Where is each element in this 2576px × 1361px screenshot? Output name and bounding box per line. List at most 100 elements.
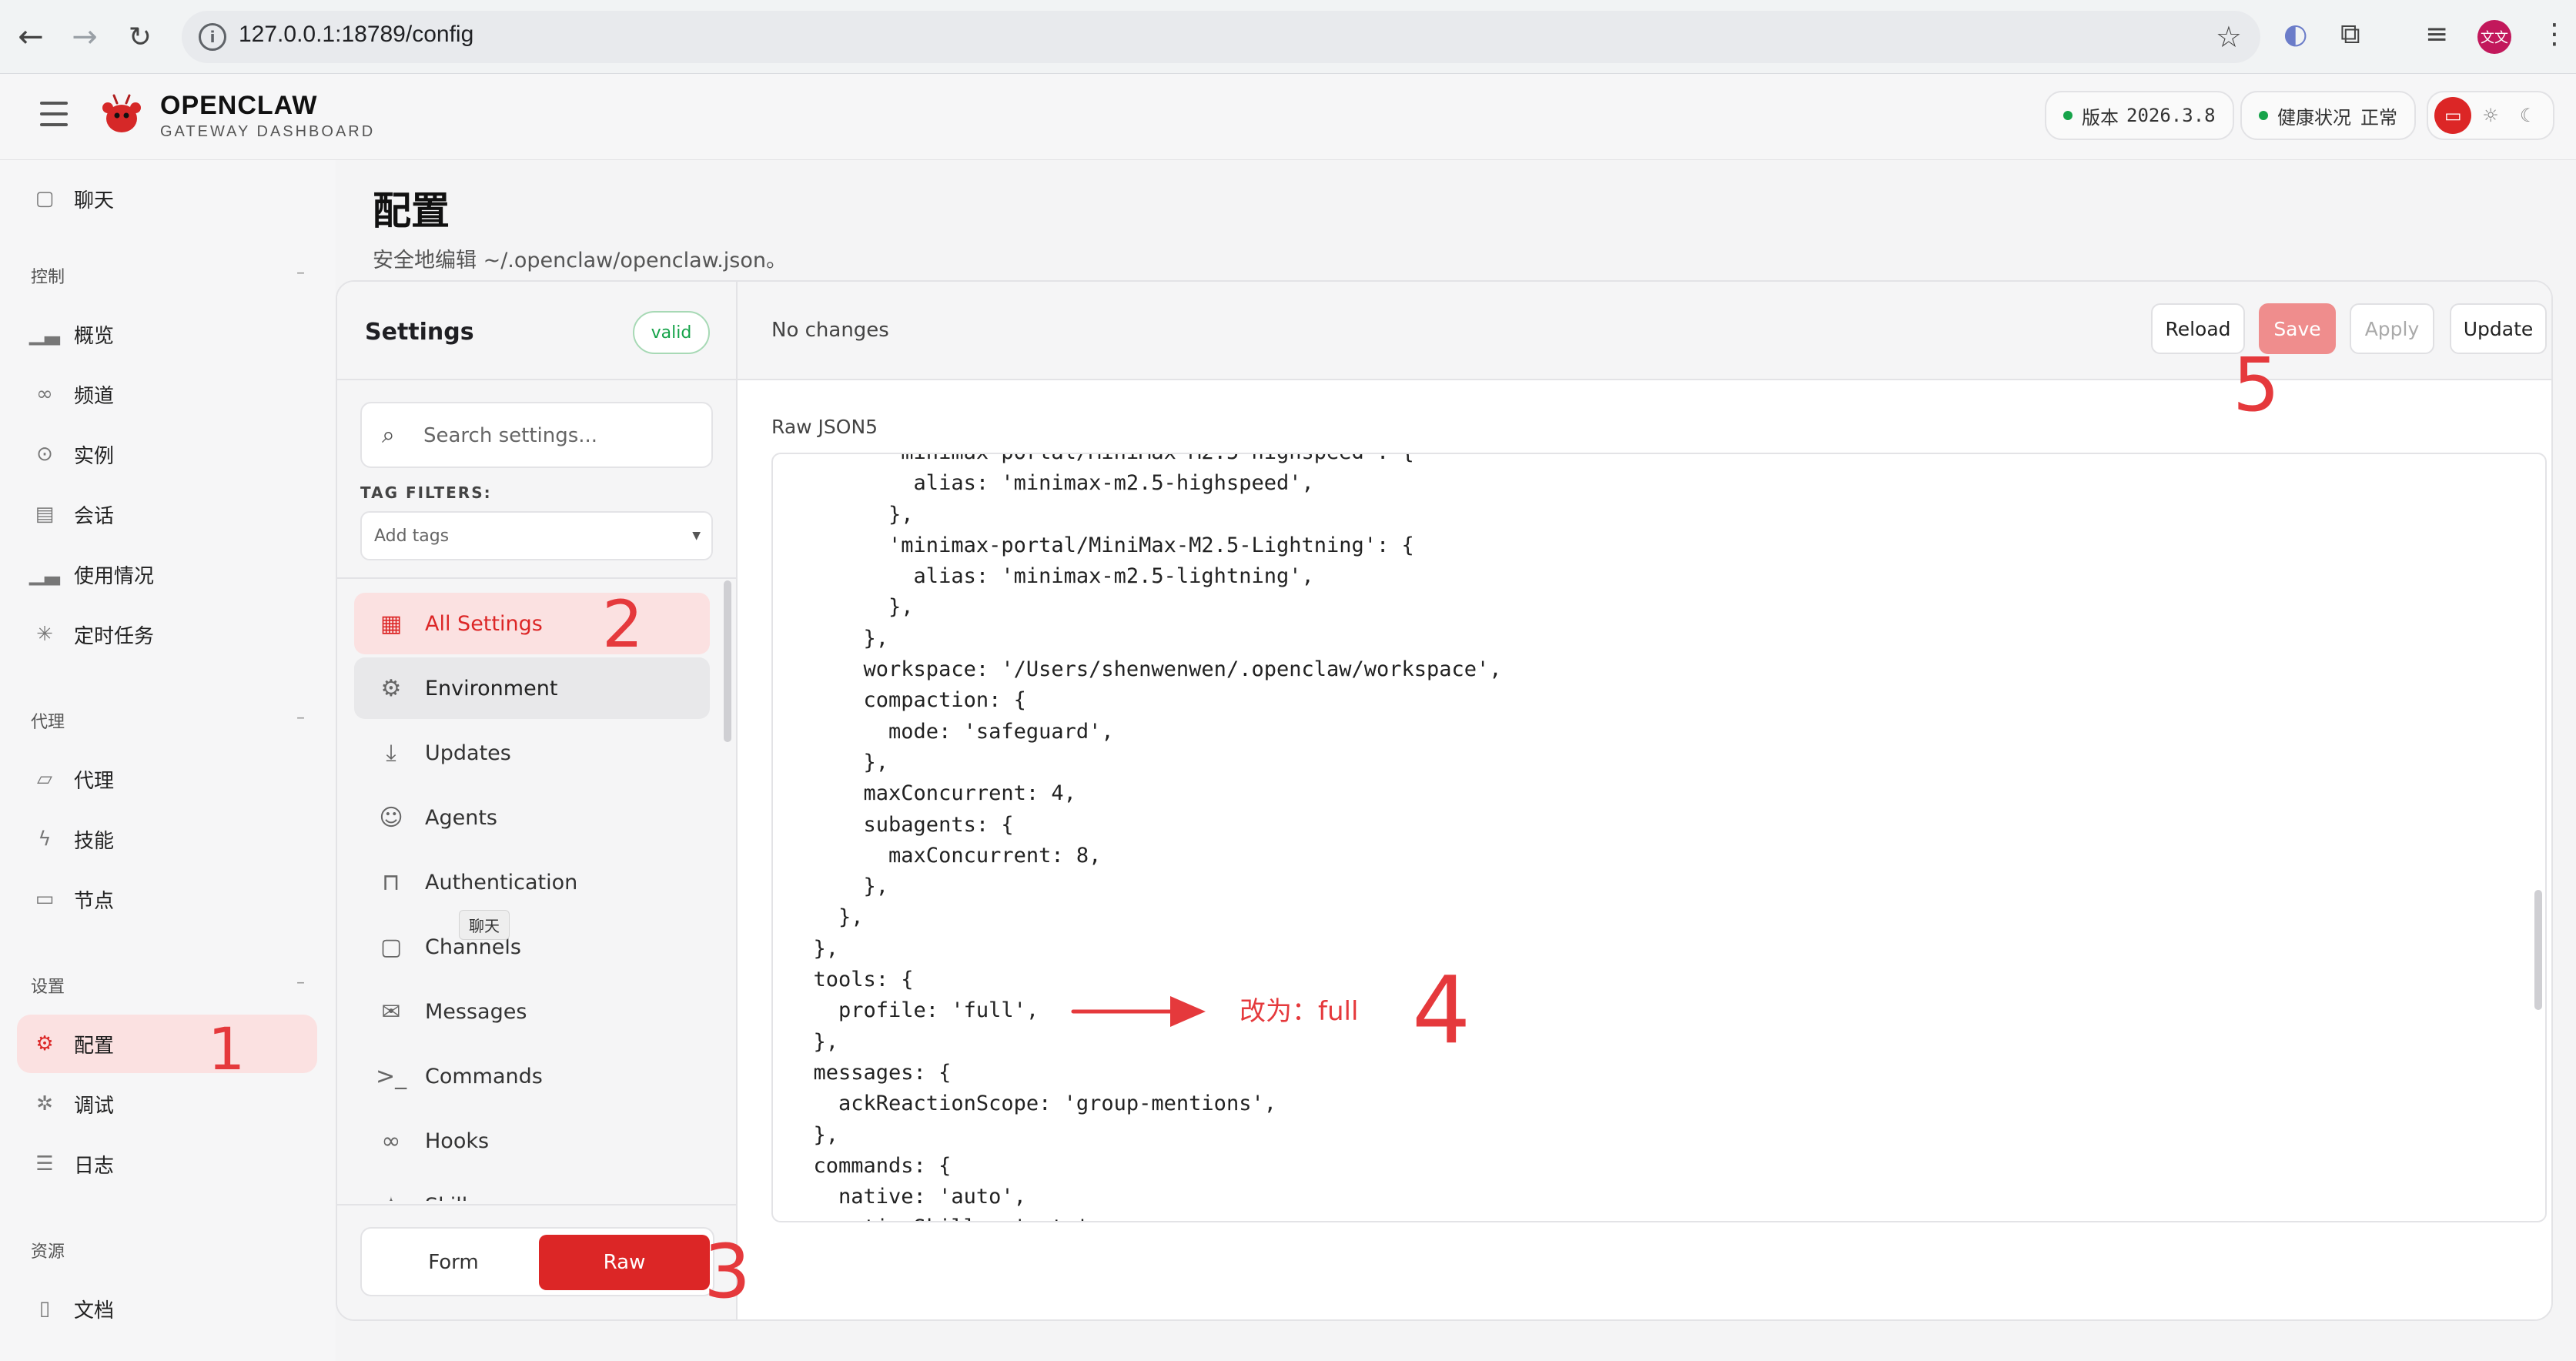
- code-text[interactable]: 'minimax-portal/MiniMax-M2.5-highspeed':…: [788, 454, 1502, 1221]
- category-environment[interactable]: ⚙ Environment: [354, 657, 710, 719]
- media-control-icon[interactable]: ≡: [2425, 18, 2448, 50]
- url-text[interactable]: 127.0.0.1:18789/config: [239, 22, 473, 48]
- address-bar[interactable]: i 127.0.0.1:18789/config ☆: [182, 11, 2260, 63]
- version-value: 2026.3.8: [2126, 105, 2216, 126]
- sidebar-item-docs[interactable]: ▯ 文档: [17, 1279, 317, 1338]
- tag-filter-input[interactable]: Add tags ▼: [360, 511, 713, 560]
- bug-icon: ✲: [36, 1092, 53, 1115]
- sidebar-item-debug[interactable]: ✲ 调试: [17, 1075, 317, 1133]
- sidebar-item-label: 文档: [74, 1299, 115, 1323]
- category-messages[interactable]: ✉ Messages: [354, 981, 710, 1042]
- search-input[interactable]: [423, 420, 693, 451]
- category-agents[interactable]: ☺ Agents: [354, 787, 710, 848]
- divider: [337, 577, 736, 579]
- form-mode-button[interactable]: Form: [368, 1235, 539, 1290]
- sidebar-section-control[interactable]: 控制 –: [31, 263, 305, 288]
- sidebar-item-config[interactable]: ⚙ 配置: [17, 1015, 317, 1073]
- bot-icon: ☺: [379, 804, 403, 831]
- version-pill: 版本 2026.3.8: [2045, 91, 2234, 140]
- category-label: Authentication: [425, 870, 578, 895]
- scroll-text-icon: ☰: [35, 1152, 54, 1175]
- moon-icon[interactable]: ☾: [2510, 97, 2547, 134]
- reload-icon[interactable]: ↻: [117, 14, 163, 60]
- sidebar-item-label: 实例: [74, 444, 115, 468]
- extensions-puzzle-icon[interactable]: ⧉: [2340, 18, 2360, 51]
- category-scrollbar[interactable]: [724, 580, 731, 742]
- change-status: No changes: [771, 319, 889, 342]
- raw-json-editor[interactable]: 'minimax-portal/MiniMax-M2.5-highspeed':…: [771, 453, 2547, 1222]
- raw-json5-label: Raw JSON5: [771, 416, 878, 438]
- category-channels[interactable]: ▢ Channels: [354, 916, 710, 978]
- reload-button[interactable]: Reload: [2151, 303, 2245, 354]
- collapse-icon[interactable]: –: [296, 973, 305, 998]
- forward-icon[interactable]: →: [62, 14, 108, 60]
- category-commands[interactable]: >_ Commands: [354, 1045, 710, 1107]
- browser-menu-icon[interactable]: ⋮: [2541, 18, 2568, 50]
- health-pill: 健康状况 正常: [2240, 91, 2416, 140]
- editor-area: No changes Reload Save Apply Update Raw …: [738, 282, 2551, 1319]
- sidebar-item-usage[interactable]: ▁▃ 使用情况: [17, 545, 317, 604]
- sun-icon[interactable]: ☼: [2472, 97, 2509, 134]
- sidebar-item-label: 技能: [74, 829, 115, 853]
- collapse-icon[interactable]: –: [296, 708, 305, 733]
- category-hooks[interactable]: ∞ Hooks: [354, 1110, 710, 1172]
- sidebar-section-settings[interactable]: 设置 –: [31, 973, 305, 998]
- sidebar-item-nodes[interactable]: ▭ 节点: [17, 870, 317, 928]
- extension-icon[interactable]: ◐: [2283, 18, 2307, 50]
- category-label: Skills: [425, 1194, 478, 1202]
- brand-title: OPENCLAW: [160, 91, 318, 120]
- apply-button[interactable]: Apply: [2350, 303, 2434, 354]
- sidebar-item-skills[interactable]: ϟ 技能: [17, 810, 317, 868]
- version-label: 版本: [2082, 106, 2119, 129]
- back-icon[interactable]: ←: [8, 14, 54, 60]
- category-label: All Settings: [425, 611, 543, 636]
- category-skills[interactable]: ✦ Skills: [354, 1175, 710, 1202]
- collapse-icon[interactable]: –: [296, 263, 305, 288]
- lightning-icon: ϟ: [38, 828, 52, 851]
- mail-icon: ✉: [381, 998, 401, 1025]
- site-info-icon[interactable]: i: [199, 23, 226, 51]
- raw-mode-button[interactable]: Raw: [539, 1235, 710, 1290]
- category-updates[interactable]: ⤓ Updates: [354, 722, 710, 784]
- sidebar-item-instances[interactable]: ⊙ 实例: [17, 425, 317, 483]
- book-icon: ▯: [38, 1297, 51, 1320]
- menu-toggle-icon[interactable]: [40, 102, 68, 126]
- sidebar-section-agent[interactable]: 代理 –: [31, 708, 305, 733]
- sidebar-item-agents[interactable]: ▱ 代理: [17, 750, 317, 808]
- category-authentication[interactable]: ⊓ Authentication: [354, 851, 710, 913]
- category-all-settings[interactable]: ▦ All Settings: [354, 593, 710, 654]
- bookmark-star-icon[interactable]: ☆: [2216, 20, 2242, 54]
- annotation-step-3: 3: [704, 1229, 751, 1315]
- loader-icon: ✳: [36, 623, 53, 646]
- sidebar-section-resources: 资源: [31, 1238, 305, 1262]
- monitor-icon[interactable]: ▭: [2434, 97, 2472, 134]
- annotation-step-2: 2: [602, 587, 644, 662]
- category-label: Agents: [425, 805, 497, 830]
- annotation-step-4: 4: [1412, 958, 1471, 1065]
- sidebar-item-logs[interactable]: ☰ 日志: [17, 1135, 317, 1193]
- sidebar-item-label: 概览: [74, 324, 115, 348]
- settings-sidebar: Settings valid ⌕ TAG FILTERS: Add tags ▼…: [337, 282, 738, 1319]
- status-dot-icon: [2259, 111, 2268, 120]
- valid-badge: valid: [633, 311, 710, 354]
- page-title: 配置: [373, 189, 450, 233]
- profile-avatar[interactable]: 文文: [2477, 20, 2511, 54]
- settings-search[interactable]: ⌕: [360, 402, 713, 468]
- sidebar-item-overview[interactable]: ▁▃ 概览: [17, 305, 317, 363]
- chat-bubble-icon: ▢: [35, 187, 55, 210]
- annotation-note: 改为：full: [1239, 996, 1359, 1027]
- update-button[interactable]: Update: [2450, 303, 2547, 354]
- dropdown-caret-icon[interactable]: ▼: [692, 530, 701, 542]
- editor-scrollbar[interactable]: [2534, 890, 2542, 1010]
- sidebar-item-chat[interactable]: ▢ 聊天: [17, 169, 317, 228]
- sidebar-item-channels[interactable]: ∞ 频道: [17, 365, 317, 423]
- sidebar-item-label: 聊天: [74, 189, 115, 212]
- tag-placeholder: Add tags: [374, 527, 450, 546]
- browser-toolbar: ← → ↻ i 127.0.0.1:18789/config ☆ ◐ ⧉ ≡ 文…: [0, 0, 2576, 74]
- sidebar-item-label: 定时任务: [74, 624, 155, 648]
- sidebar-item-label: 代理: [74, 769, 115, 793]
- category-label: Environment: [425, 676, 558, 701]
- sidebar-item-cron[interactable]: ✳ 定时任务: [17, 605, 317, 664]
- sidebar-item-sessions[interactable]: ▤ 会话: [17, 485, 317, 543]
- tooltip: 聊天: [459, 910, 510, 940]
